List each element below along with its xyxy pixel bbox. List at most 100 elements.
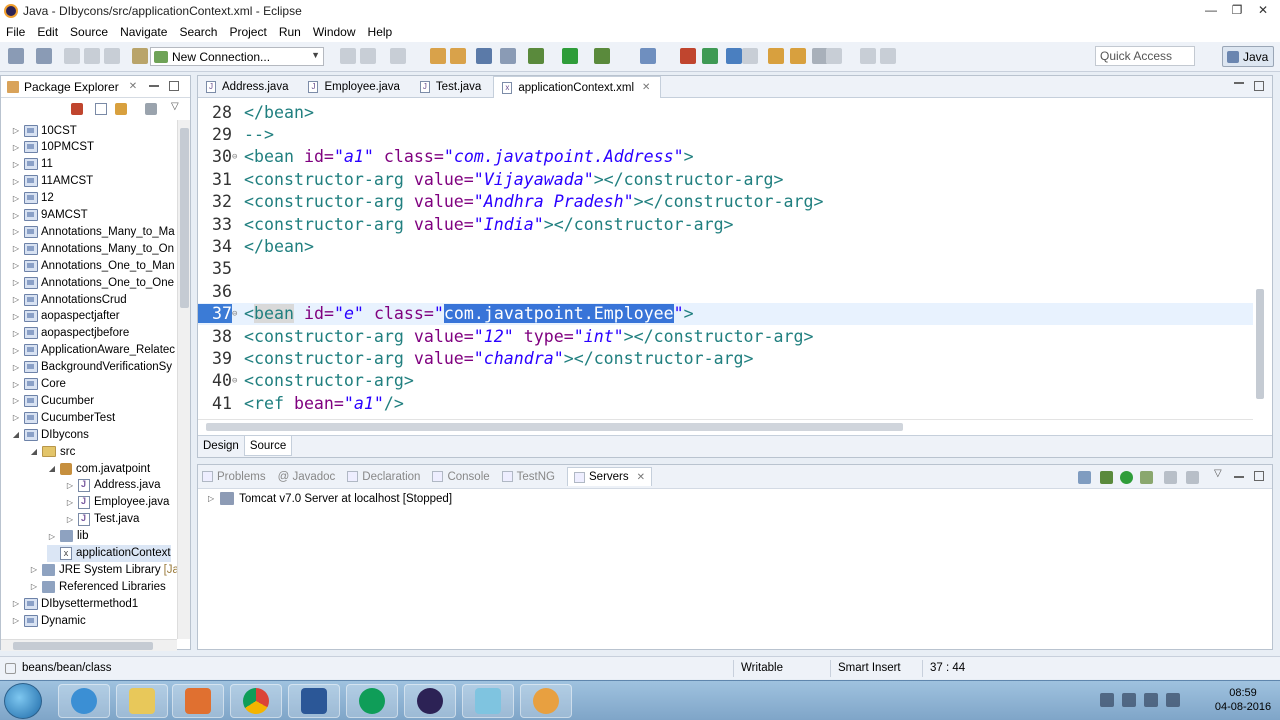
tree-item[interactable]: ▷ 11 xyxy=(11,156,53,173)
collapsed-arrow-icon[interactable]: ▷ xyxy=(11,227,21,236)
expanded-arrow-icon[interactable]: ◢ xyxy=(29,447,39,456)
collapsed-arrow-icon[interactable]: ▷ xyxy=(11,194,21,203)
toolbar-button-12[interactable] xyxy=(476,48,492,64)
menu-edit[interactable]: Edit xyxy=(31,25,64,39)
close-icon[interactable]: ✕ xyxy=(129,81,137,92)
code-line[interactable]: 31 <constructor-arg value= "Vijayawada" ></… xyxy=(198,168,1253,190)
toolbar-button-4[interactable] xyxy=(84,48,100,64)
collapsed-arrow-icon[interactable]: ▷ xyxy=(11,616,21,625)
toolbar-button-6[interactable] xyxy=(132,48,148,64)
editor-vertical-scrollbar[interactable] xyxy=(1253,99,1268,419)
code-line[interactable]: 37 ⊖ < bean id= "e" class= " com.javatpoint.Em… xyxy=(198,302,1253,325)
tree-item[interactable]: ▷ Test.java xyxy=(65,511,139,528)
toolbar-button-19[interactable] xyxy=(702,48,718,64)
tree-item[interactable]: ◢ src xyxy=(29,443,75,460)
expand-arrow-icon[interactable]: ▷ xyxy=(208,494,214,503)
volume-icon[interactable] xyxy=(1166,693,1180,707)
fold-icon[interactable]: ⊖ xyxy=(232,309,237,319)
menu-run[interactable]: Run xyxy=(273,25,307,39)
code-line[interactable]: 38 <constructor-arg value= "12" type= "int"… xyxy=(198,325,1253,347)
toolbar-button-27[interactable] xyxy=(880,48,896,64)
toolbar-button-3[interactable] xyxy=(64,48,80,64)
menu-navigate[interactable]: Navigate xyxy=(114,25,173,39)
code-line[interactable]: 28 </bean> xyxy=(198,101,1253,123)
tray-arrow-icon[interactable] xyxy=(1100,693,1114,707)
menu-window[interactable]: Window xyxy=(307,25,362,39)
code-line[interactable]: 40 ⊖ <constructor-arg> xyxy=(198,370,1253,392)
toolbar-button-20[interactable] xyxy=(726,48,742,64)
toolbar-button-1[interactable] xyxy=(8,48,24,64)
collapsed-arrow-icon[interactable]: ▷ xyxy=(11,329,21,338)
code-line[interactable]: 29 --> xyxy=(198,123,1253,145)
tree-item[interactable]: ▷ lib xyxy=(47,528,89,545)
package-explorer-tab[interactable]: Package Explorer ✕ xyxy=(1,76,190,98)
taskbar-media-icon[interactable] xyxy=(172,684,224,718)
menu-search[interactable]: Search xyxy=(173,25,223,39)
menu-project[interactable]: Project xyxy=(223,25,272,39)
collapsed-arrow-icon[interactable]: ▷ xyxy=(65,481,75,490)
tree-item[interactable]: ▷ DIbysettermethod1 xyxy=(11,595,138,612)
minimize-view-icon[interactable] xyxy=(149,85,159,87)
tree-item[interactable]: ▷ 11AMCST xyxy=(11,173,93,190)
server-row[interactable]: ▷ Tomcat v7.0 Server at localhost [Stopp… xyxy=(208,492,452,505)
toolbar-button-21[interactable] xyxy=(742,48,758,64)
collapsed-arrow-icon[interactable]: ▷ xyxy=(11,160,21,169)
start-server-icon[interactable] xyxy=(1120,471,1133,484)
taskbar-explorer-icon[interactable] xyxy=(116,684,168,718)
fold-icon[interactable]: ⊖ xyxy=(232,376,237,386)
collapsed-arrow-icon[interactable]: ▷ xyxy=(65,498,75,507)
tree-item[interactable]: ▷ CucumberTest xyxy=(11,409,115,426)
editor-tab[interactable]: J Employee.java xyxy=(300,76,409,98)
view-menu-icon[interactable]: ▽ xyxy=(171,101,179,112)
collapse-icon[interactable] xyxy=(1078,471,1091,484)
maximize-view-icon[interactable] xyxy=(1254,471,1264,481)
code-line[interactable]: 39 <constructor-arg value= "chandra" ></con… xyxy=(198,347,1253,369)
tab-testng[interactable]: TestNG xyxy=(501,471,555,483)
collapsed-arrow-icon[interactable]: ▷ xyxy=(11,244,21,253)
chevron-down-icon[interactable]: ▼ xyxy=(311,50,320,60)
tree-item[interactable]: ▷ Annotations_Many_to_Ma xyxy=(11,223,175,240)
clock[interactable]: 08:59 04-08-2016 xyxy=(1212,686,1274,714)
tree-item[interactable]: ▷ BackgroundVerificationSy xyxy=(11,359,172,376)
taskbar-word-icon[interactable] xyxy=(288,684,340,718)
toolbar-button-10[interactable] xyxy=(430,48,446,64)
link-editor-icon[interactable] xyxy=(95,103,107,115)
close-button[interactable]: ✕ xyxy=(1250,0,1276,20)
toolbar-button-18[interactable] xyxy=(680,48,696,64)
tree-horizontal-scrollbar[interactable] xyxy=(1,639,177,651)
collapsed-arrow-icon[interactable]: ▷ xyxy=(11,261,21,270)
collapsed-arrow-icon[interactable]: ▷ xyxy=(11,380,21,389)
editor-tab[interactable]: J Test.java xyxy=(412,76,491,98)
maximize-button[interactable]: ❐ xyxy=(1224,0,1250,20)
tree-item[interactable]: ▷ 10PMCST xyxy=(11,139,94,156)
flag-icon[interactable] xyxy=(1122,693,1136,707)
tree-item[interactable]: ▷ Annotations_Many_to_On xyxy=(11,240,174,257)
start-button[interactable] xyxy=(4,683,42,719)
tree-item[interactable]: ▷ Annotations_One_to_Man xyxy=(11,257,175,274)
menu-help[interactable]: Help xyxy=(362,25,399,39)
view-menu-icon[interactable]: ▽ xyxy=(1214,468,1222,479)
tree-item[interactable]: ▷ Cucumber xyxy=(11,392,94,409)
tree-item[interactable]: ▷ Core xyxy=(11,376,66,393)
collapsed-arrow-icon[interactable]: ▷ xyxy=(29,582,39,591)
tree-item[interactable]: ▷ Address.java xyxy=(65,477,160,494)
stop-server-icon[interactable] xyxy=(1164,471,1177,484)
code-line[interactable]: 32 <constructor-arg value= "Andhra Pradesh… xyxy=(198,191,1253,213)
toolbar-button-25[interactable] xyxy=(826,48,842,64)
code-line[interactable]: 30 ⊖ <bean id= "a1" class= "com.javatpoint.A… xyxy=(198,146,1253,168)
debug-server-icon[interactable] xyxy=(1100,471,1113,484)
toolbar-button-13[interactable] xyxy=(500,48,516,64)
editor-tab[interactable]: x applicationContext.xml ✕ xyxy=(493,76,662,98)
tree-item[interactable]: ▷ aopaspectjbefore xyxy=(11,325,129,342)
tree-item[interactable]: ▷ AnnotationsCrud xyxy=(11,291,127,308)
expanded-arrow-icon[interactable]: ◢ xyxy=(11,430,21,439)
tree-item[interactable]: ◢ com.javatpoint xyxy=(47,460,150,477)
taskbar-notepad-icon[interactable] xyxy=(462,684,514,718)
collapsed-arrow-icon[interactable]: ▷ xyxy=(11,126,21,135)
tree-item[interactable]: ▷ 12 xyxy=(11,190,54,207)
code-editor[interactable]: 28 </bean> 29 --> 30 ⊖ <bean id= "a1" class= "co… xyxy=(198,99,1253,419)
collapsed-arrow-icon[interactable]: ▷ xyxy=(65,515,75,524)
code-line[interactable]: 41 <ref bean= "a1"/> xyxy=(198,392,1253,414)
tree-item[interactable]: ▷ JRE System Library[Jav xyxy=(29,561,177,578)
code-line[interactable]: 36 xyxy=(198,280,1253,302)
